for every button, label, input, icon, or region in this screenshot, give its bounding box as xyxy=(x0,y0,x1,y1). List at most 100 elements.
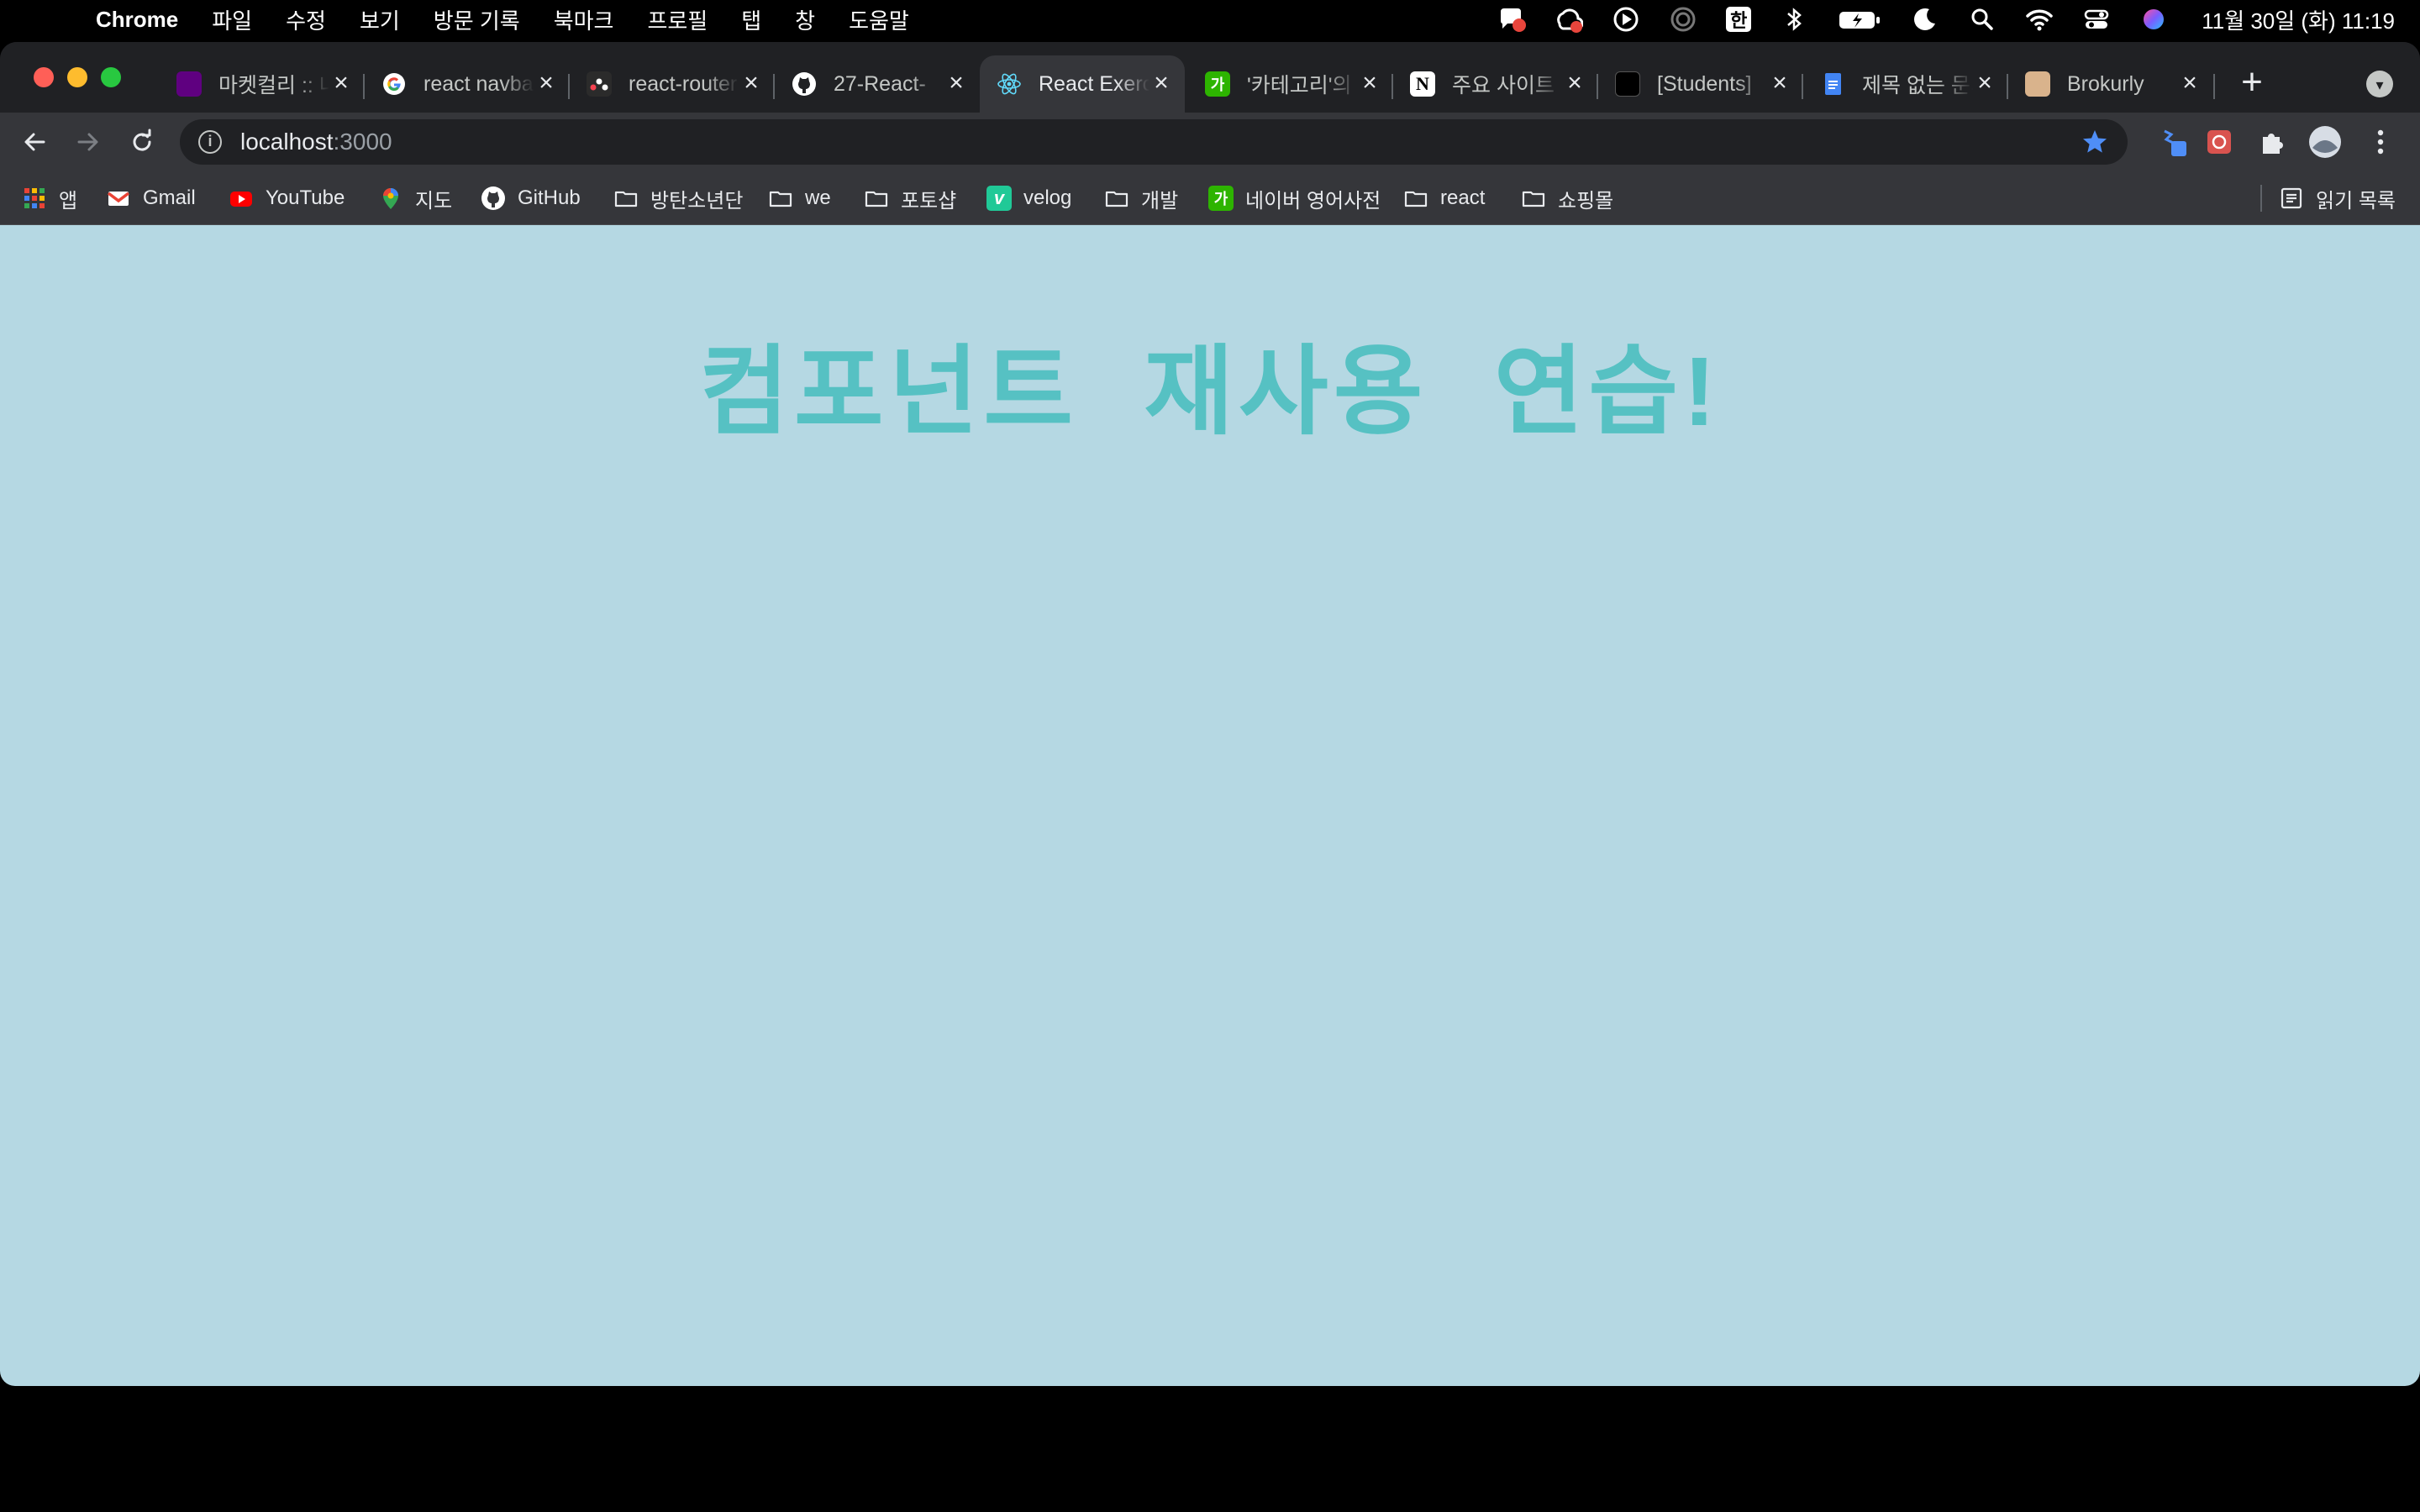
bluetooth-icon[interactable] xyxy=(1780,5,1808,34)
menu-file[interactable]: 파일 xyxy=(212,4,252,35)
velog-icon: v xyxy=(986,186,1012,211)
google-docs-icon xyxy=(1820,71,1845,97)
github-icon xyxy=(792,71,817,97)
site-info-icon[interactable]: i xyxy=(198,130,222,154)
bookmark-label: GitHub xyxy=(518,186,581,209)
folder-icon xyxy=(1521,186,1546,211)
window-close-button[interactable] xyxy=(34,67,54,87)
youtube-icon xyxy=(229,186,254,211)
bookmark-folder-bts[interactable]: 방탄소년단 xyxy=(613,171,743,225)
control-center-icon[interactable] xyxy=(2082,5,2111,34)
tab-react-router[interactable]: react-router × xyxy=(570,55,775,113)
extension-screen-share-icon[interactable] xyxy=(2156,124,2191,160)
wifi-icon[interactable] xyxy=(2025,5,2054,34)
battery-charging-icon[interactable] xyxy=(1837,5,1882,34)
tab-close-icon[interactable]: × xyxy=(1150,71,1173,96)
tab-close-icon[interactable]: × xyxy=(1768,71,1791,96)
tab-close-icon[interactable]: × xyxy=(739,71,763,96)
moon-icon[interactable] xyxy=(1911,5,1939,34)
bookmark-folder-photoshop[interactable]: 포토샵 xyxy=(864,171,956,225)
tab-close-icon[interactable]: × xyxy=(1358,71,1381,96)
bookmark-apps[interactable]: 앱 xyxy=(22,171,77,225)
bookmark-folder-we[interactable]: we xyxy=(768,171,831,225)
spotlight-search-icon[interactable] xyxy=(1968,5,1996,34)
extensions-puzzle-icon[interactable] xyxy=(2255,124,2291,160)
bookmark-label: Gmail xyxy=(143,186,196,209)
tab-title: react navbar xyxy=(424,71,534,96)
tab-kurly[interactable]: 마켓컬리 :: 내일의 장보기 × xyxy=(160,55,365,113)
tab-title: 마켓컬리 :: 내일의 장보기 xyxy=(218,74,329,97)
page-heading: 컴포넌트 재사용 연습! xyxy=(699,337,1721,446)
naver-dictionary-icon: 가 xyxy=(1205,71,1230,97)
tab-close-icon[interactable]: × xyxy=(329,71,353,96)
extension-red-icon[interactable] xyxy=(2202,124,2237,160)
bookmark-velog[interactable]: v velog xyxy=(986,171,1071,225)
bookmark-folder-dev[interactable]: 개발 xyxy=(1104,171,1178,225)
window-minimize-button[interactable] xyxy=(67,67,87,87)
bookmark-naver-dictionary[interactable]: 가 네이버 영어사전 xyxy=(1208,171,1381,225)
menu-window[interactable]: 창 xyxy=(795,4,815,35)
reading-list-button[interactable]: 읽기 목록 xyxy=(2279,171,2396,225)
chrome-menu-kebab-icon[interactable] xyxy=(2363,124,2398,160)
site-icon xyxy=(1615,71,1640,97)
play-circle-icon[interactable] xyxy=(1612,5,1640,34)
bookmark-folder-shopping[interactable]: 쇼핑몰 xyxy=(1521,171,1613,225)
bookmark-youtube[interactable]: YouTube xyxy=(229,171,345,225)
tab-students[interactable]: [Students] × xyxy=(1598,55,1803,113)
page-viewport: 컴포넌트 재사용 연습! xyxy=(0,225,2420,1386)
tab-title: 27-React- xyxy=(834,71,926,96)
bookmark-label: we xyxy=(805,186,831,209)
tab-notion[interactable]: N 주요 사이트 × xyxy=(1393,55,1598,113)
bookmarks-bar: 앱 Gmail YouTube 지도 GitHub 방탄소년단 we 포토샵 v… xyxy=(0,171,2420,225)
reload-button[interactable] xyxy=(123,123,161,161)
kurly-icon xyxy=(176,71,202,97)
menu-view[interactable]: 보기 xyxy=(360,4,400,35)
chat-notification-icon[interactable] xyxy=(1497,5,1527,34)
tab-react-exercise-active[interactable]: React Exercise × xyxy=(980,55,1185,113)
tab-search-button[interactable]: ▾ xyxy=(2366,71,2393,97)
menu-profiles[interactable]: 프로필 xyxy=(647,4,708,35)
github-icon xyxy=(481,186,506,211)
tab-brokurly[interactable]: Brokurly × xyxy=(2008,55,2213,113)
window-zoom-button[interactable] xyxy=(101,67,121,87)
menu-history[interactable]: 방문 기록 xyxy=(434,4,520,35)
tab-close-icon[interactable]: × xyxy=(534,71,558,96)
tab-close-icon[interactable]: × xyxy=(1973,71,1996,96)
new-tab-button[interactable]: + xyxy=(2228,60,2275,108)
menu-edit[interactable]: 수정 xyxy=(286,4,326,35)
tab-title: Brokurly xyxy=(2067,71,2144,96)
app-menu-chrome[interactable]: Chrome xyxy=(96,7,178,33)
bookmark-folder-react[interactable]: react xyxy=(1403,171,1485,225)
input-method-indicator[interactable]: 한 xyxy=(1726,7,1752,32)
activity-ring-icon[interactable] xyxy=(1669,5,1697,34)
menu-tab[interactable]: 탭 xyxy=(741,4,761,35)
notion-icon: N xyxy=(1410,71,1435,97)
bookmark-star-icon[interactable] xyxy=(2081,128,2109,156)
menu-help[interactable]: 도움말 xyxy=(849,4,909,35)
tab-naver-dictionary[interactable]: 가 '카테고리'의 × xyxy=(1188,55,1393,113)
siri-icon[interactable] xyxy=(2139,5,2168,34)
tab-google-docs[interactable]: 제목 없는 문서 × xyxy=(1803,55,2008,113)
tab-close-icon[interactable]: × xyxy=(944,71,968,96)
menu-bar-clock[interactable]: 11월 30일 (화) 11:19 xyxy=(2202,4,2395,35)
address-bar[interactable]: i localhost :3000 xyxy=(180,119,2128,165)
url-host[interactable]: localhost xyxy=(240,129,334,155)
bookmark-maps[interactable]: 지도 xyxy=(378,171,452,225)
gmail-icon xyxy=(106,186,131,211)
tab-close-icon[interactable]: × xyxy=(1563,71,1586,96)
bookmark-label: velog xyxy=(1023,186,1072,209)
tab-close-icon[interactable]: × xyxy=(2178,71,2202,96)
forward-button[interactable] xyxy=(69,123,108,161)
tab-google-search[interactable]: react navbar × xyxy=(365,55,570,113)
creative-cloud-icon[interactable] xyxy=(1555,5,1584,34)
tab-title: React Exercise xyxy=(1039,71,1150,96)
url-port[interactable]: :3000 xyxy=(334,129,392,155)
tab-github-repo[interactable]: 27-React- × xyxy=(775,55,980,113)
menu-bookmarks[interactable]: 북마크 xyxy=(554,4,614,35)
back-button[interactable] xyxy=(15,123,54,161)
tab-title: [Students] xyxy=(1657,71,1752,96)
bookmark-gmail[interactable]: Gmail xyxy=(106,171,196,225)
bookmark-github[interactable]: GitHub xyxy=(481,171,581,225)
bookmark-label: 네이버 영어사전 xyxy=(1245,189,1381,213)
profile-avatar[interactable] xyxy=(2307,124,2343,160)
